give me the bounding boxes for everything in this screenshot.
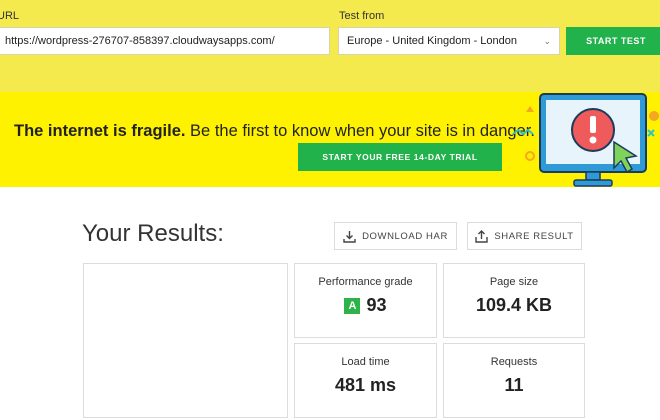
share-icon <box>475 229 489 243</box>
alert-icon <box>571 108 615 152</box>
performance-grade-card: Performance grade A 93 <box>294 263 437 338</box>
screenshot-thumbnail <box>83 263 288 418</box>
page-size-label: Page size <box>489 276 539 288</box>
banner-headline-rest: Be the first to know when your site is i… <box>185 122 535 140</box>
page-size-card: Page size 109.4 KB <box>443 263 585 338</box>
monitor-alert-illustration <box>512 93 659 187</box>
performance-grade-label: Performance grade <box>318 276 413 288</box>
requests-label: Requests <box>490 356 538 368</box>
download-icon <box>343 230 356 243</box>
location-select-value: Europe - United Kingdom - London <box>347 35 517 47</box>
load-time-label: Load time <box>341 356 390 368</box>
free-trial-button[interactable]: START YOUR FREE 14-DAY TRIAL <box>298 143 502 171</box>
share-result-label: SHARE RESULT <box>494 230 574 242</box>
banner-headline: The internet is fragile. Be the first to… <box>14 122 535 141</box>
performance-grade-value-row: A 93 <box>295 295 436 316</box>
page-size-value: 109.4 KB <box>475 295 553 315</box>
download-har-label: DOWNLOAD HAR <box>362 230 448 242</box>
load-time-value: 481 ms <box>334 375 397 395</box>
requests-card: Requests 11 <box>443 343 585 418</box>
chevron-down-icon: ⌄ <box>543 35 551 46</box>
grade-badge: A <box>344 298 361 314</box>
test-form-bar: URL Test from Europe - United Kingdom - … <box>0 0 660 92</box>
performance-grade-value: 93 <box>366 295 387 315</box>
location-select[interactable]: Europe - United Kingdom - London ⌄ <box>338 27 560 55</box>
share-result-button[interactable]: SHARE RESULT <box>467 222 582 250</box>
load-time-card: Load time 481 ms <box>294 343 437 418</box>
results-title: Your Results: <box>82 220 224 247</box>
url-input[interactable] <box>0 27 330 55</box>
start-test-button[interactable]: START TEST <box>566 27 660 55</box>
download-har-button[interactable]: DOWNLOAD HAR <box>334 222 457 250</box>
banner-headline-bold: The internet is fragile. <box>14 122 186 140</box>
test-from-label: Test from <box>339 10 385 22</box>
requests-value: 11 <box>504 375 524 395</box>
url-label: URL <box>0 10 20 22</box>
